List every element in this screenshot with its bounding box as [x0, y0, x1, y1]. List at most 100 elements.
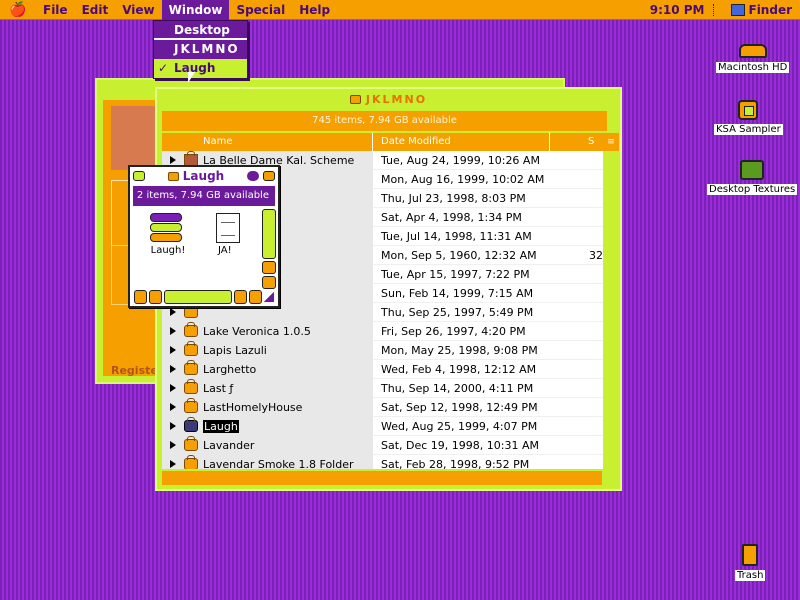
row-date: Mon, Aug 16, 1999, 10:02 AM: [381, 172, 545, 186]
resize-grip-icon[interactable]: [264, 292, 274, 302]
desktop-icon-trash[interactable]: Trash: [735, 544, 766, 581]
laugh-window-content: Laugh! JA!: [134, 209, 262, 289]
menu-item-laugh[interactable]: ✓ Laugh: [154, 59, 247, 78]
close-box-icon[interactable]: [133, 171, 145, 181]
row-size: [550, 417, 603, 436]
desktop-icon-label: KSA Sampler: [714, 124, 783, 135]
desktop-icon-macintosh-hd[interactable]: Macintosh HD: [716, 38, 790, 73]
row-name-cell[interactable]: Last ƒ: [162, 378, 373, 398]
folder-icon: [349, 94, 361, 104]
row-name-cell[interactable]: Lavander: [162, 435, 373, 455]
row-name: Lavander: [203, 438, 255, 452]
collapse-box-icon[interactable]: [263, 171, 275, 181]
row-date: Sat, Apr 4, 1998, 1:34 PM: [381, 210, 522, 224]
table-row[interactable]: Last ƒ Thu, Sep 14, 2000, 4:11 PM: [162, 378, 603, 398]
row-name-cell[interactable]: LastHomelyHouse: [162, 397, 373, 417]
table-row[interactable]: Lavander Sat, Dec 19, 1998, 10:31 AM: [162, 435, 603, 455]
laugh-title-bar[interactable]: Laugh: [130, 167, 278, 185]
menu-help[interactable]: Help: [292, 0, 337, 20]
scroll-up-arrow-icon[interactable]: [262, 261, 276, 274]
file-label[interactable]: JA!: [218, 245, 232, 256]
scroll-left-arrow-icon[interactable]: [134, 290, 147, 304]
row-name-cell[interactable]: Lake Veronica 1.0.5: [162, 321, 373, 341]
row-name-cell[interactable]: Lavendar Smoke 1.8 Folder: [162, 454, 373, 469]
row-date: Thu, Sep 25, 1997, 5:49 PM: [381, 305, 534, 319]
row-name-cell[interactable]: Lapis Lazuli: [162, 340, 373, 360]
table-row[interactable]: Laugh Wed, Aug 25, 1999, 4:07 PM: [162, 416, 603, 436]
table-row[interactable]: Lake Veronica 1.0.5 Fri, Sep 26, 1997, 4:…: [162, 321, 603, 341]
disclosure-triangle-icon[interactable]: [170, 441, 176, 449]
app-icon: [738, 100, 759, 120]
laugh-title-text: Laugh: [182, 169, 225, 183]
table-row[interactable]: Lapis Lazuli Mon, May 25, 1998, 9:08 PM: [162, 340, 603, 360]
menu-item-jklmno[interactable]: JKLMNO: [154, 40, 247, 59]
apple-icon[interactable]: 🍎: [0, 2, 36, 18]
disclosure-triangle-icon[interactable]: [170, 403, 176, 411]
column-header-size[interactable]: S: [550, 133, 603, 151]
disclosure-triangle-icon[interactable]: [170, 460, 176, 468]
table-row[interactable]: Larghetto Wed, Feb 4, 1998, 12:12 AM: [162, 359, 603, 379]
menu-special[interactable]: Special: [229, 0, 292, 20]
row-date: Tue, Jul 14, 1998, 11:31 AM: [381, 229, 532, 243]
jklmno-title-bar[interactable]: JKLMNO: [157, 89, 620, 109]
menu-edit[interactable]: Edit: [75, 0, 116, 20]
row-name: Lake Veronica 1.0.5: [203, 324, 311, 338]
disclosure-triangle-icon[interactable]: [170, 384, 176, 392]
row-date: Sun, Feb 14, 1999, 7:15 AM: [381, 286, 534, 300]
desktop-icon-label: Trash: [735, 570, 766, 581]
row-name: Last ƒ: [203, 381, 234, 395]
stack-app-icon[interactable]: [150, 213, 182, 243]
disclosure-triangle-icon[interactable]: [170, 327, 176, 335]
disclosure-triangle-icon[interactable]: [170, 308, 176, 316]
menu-view[interactable]: View: [115, 0, 161, 20]
file-label[interactable]: Laugh!: [138, 245, 198, 256]
row-date: Sat, Feb 28, 1998, 9:52 PM: [381, 457, 530, 470]
desktop-icon-ksa-sampler[interactable]: KSA Sampler: [714, 100, 783, 135]
scroll-right-arrow-icon[interactable]: [149, 290, 162, 304]
scroll-right-arrow-icon[interactable]: [249, 290, 262, 304]
scroll-left-arrow-icon[interactable]: [234, 290, 247, 304]
app-menu-label: Finder: [748, 3, 793, 17]
row-date: Thu, Jul 23, 1998, 8:03 PM: [381, 191, 526, 205]
scroll-thumb[interactable]: [262, 209, 276, 259]
folder-icon: [167, 171, 179, 181]
menu-bar-right: 9:10 PM Finder: [650, 0, 792, 20]
row-size: [550, 170, 603, 189]
horizontal-scrollbar[interactable]: [134, 290, 262, 304]
column-header-date[interactable]: Date Modified: [373, 133, 550, 151]
scroll-down-arrow-icon[interactable]: [262, 276, 276, 289]
document-icon[interactable]: [216, 213, 240, 243]
row-size: [550, 227, 603, 246]
menu-window[interactable]: Window: [161, 0, 230, 20]
row-name: Laugh: [203, 419, 239, 433]
desktop-icon-desktop-textures[interactable]: Desktop Textures: [707, 160, 798, 195]
app-menu[interactable]: Finder: [730, 3, 793, 17]
row-size: [550, 455, 603, 470]
row-name-cell[interactable]: Laugh: [162, 416, 373, 436]
row-name: Larghetto: [203, 362, 257, 376]
desktop-icon-label: Desktop Textures: [707, 184, 798, 195]
disclosure-triangle-icon[interactable]: [170, 346, 176, 354]
table-row[interactable]: Lavendar Smoke 1.8 Folder Sat, Feb 28, 19…: [162, 454, 603, 470]
vertical-scrollbar[interactable]: [262, 209, 276, 289]
disclosure-triangle-icon[interactable]: [170, 365, 176, 373]
folder-icon: [184, 360, 198, 375]
folder-icon: [184, 417, 198, 432]
disclosure-triangle-icon[interactable]: [170, 422, 176, 430]
laugh-window[interactable]: Laugh 2 items, 7.94 GB available Laugh! …: [128, 165, 280, 308]
column-sort-button[interactable]: ≡: [603, 133, 619, 151]
zoom-box-icon[interactable]: [247, 171, 259, 181]
row-name-cell[interactable]: Larghetto: [162, 359, 373, 379]
menu-item-desktop[interactable]: Desktop: [154, 21, 247, 40]
folder-icon: [184, 455, 198, 469]
column-header-name[interactable]: Name: [162, 133, 373, 151]
table-row[interactable]: LastHomelyHouse Sat, Sep 12, 1998, 12:49 …: [162, 397, 603, 417]
menu-file[interactable]: File: [36, 0, 75, 20]
row-size: [550, 322, 603, 341]
row-name: LastHomelyHouse: [203, 400, 303, 414]
horizontal-scrollbar[interactable]: [162, 471, 602, 485]
scroll-thumb[interactable]: [164, 290, 232, 304]
row-date: Wed, Feb 4, 1998, 12:12 AM: [381, 362, 537, 376]
menu-clock[interactable]: 9:10 PM: [650, 3, 705, 17]
disclosure-triangle-icon[interactable]: [170, 156, 176, 164]
